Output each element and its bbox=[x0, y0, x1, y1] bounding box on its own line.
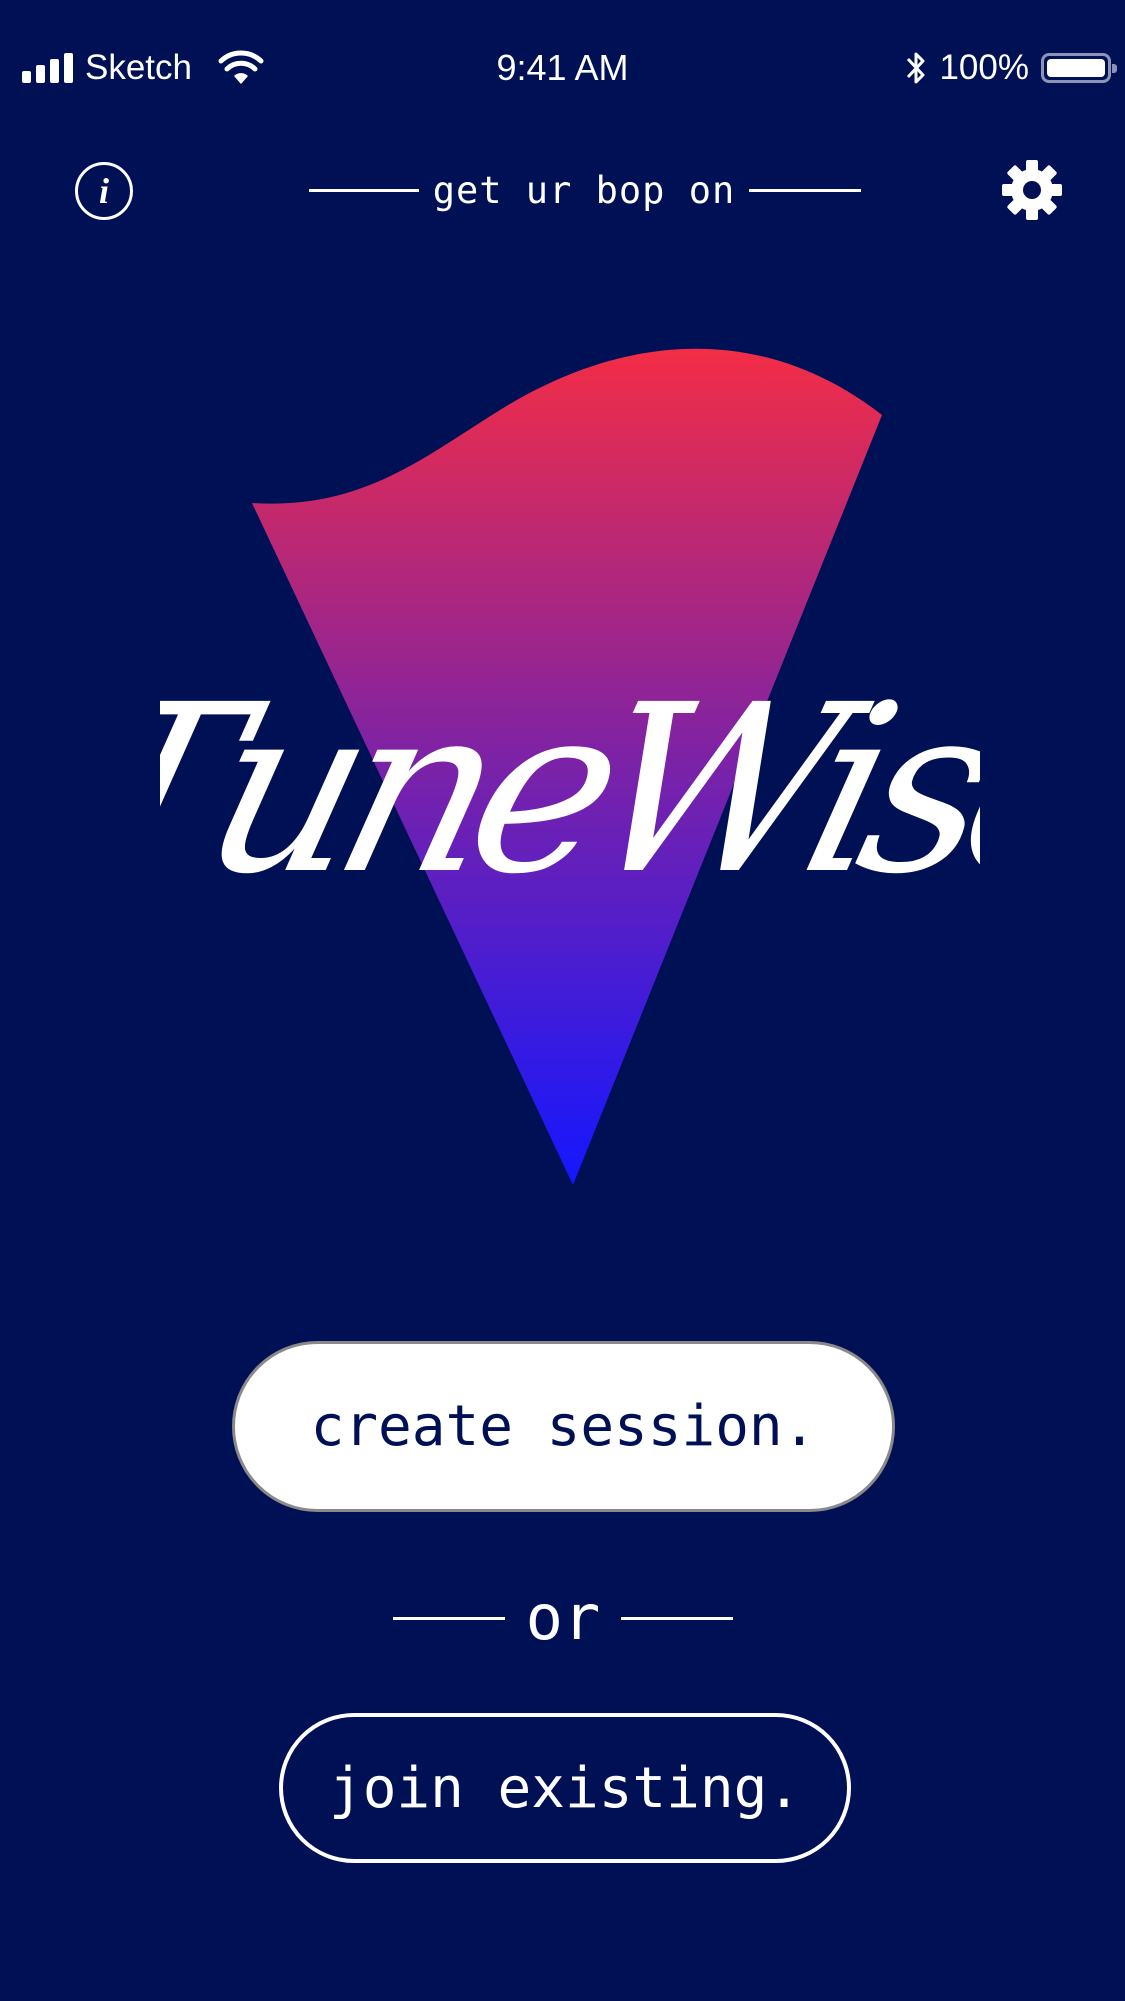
battery-icon bbox=[1041, 53, 1117, 83]
battery-percent: 100% bbox=[939, 48, 1029, 87]
join-existing-label: join existing. bbox=[328, 1755, 801, 1821]
tagline-left-line bbox=[309, 188, 419, 192]
create-session-label: create session. bbox=[310, 1394, 817, 1459]
status-right: 100% bbox=[903, 44, 1117, 92]
or-left-line bbox=[393, 1616, 505, 1620]
bluetooth-icon bbox=[907, 52, 925, 84]
or-label: or bbox=[525, 1581, 601, 1654]
join-existing-button[interactable]: join existing. bbox=[279, 1713, 851, 1863]
info-button[interactable]: i bbox=[75, 162, 133, 220]
or-right-line bbox=[621, 1616, 733, 1620]
info-icon: i bbox=[98, 171, 109, 211]
or-divider: or bbox=[393, 1578, 733, 1658]
logo-wordmark: TuneWise bbox=[160, 654, 980, 925]
tagline-right-line bbox=[749, 188, 861, 192]
tagline: get ur bop on bbox=[432, 168, 736, 212]
create-session-button[interactable]: create session. bbox=[232, 1341, 895, 1512]
gear-icon[interactable] bbox=[1002, 160, 1062, 220]
status-bar: Sketch 9:41 AM 100% bbox=[0, 0, 1125, 130]
tagline-header: get ur bop on bbox=[309, 160, 861, 220]
tunewise-logo: TuneWise bbox=[160, 348, 980, 1185]
